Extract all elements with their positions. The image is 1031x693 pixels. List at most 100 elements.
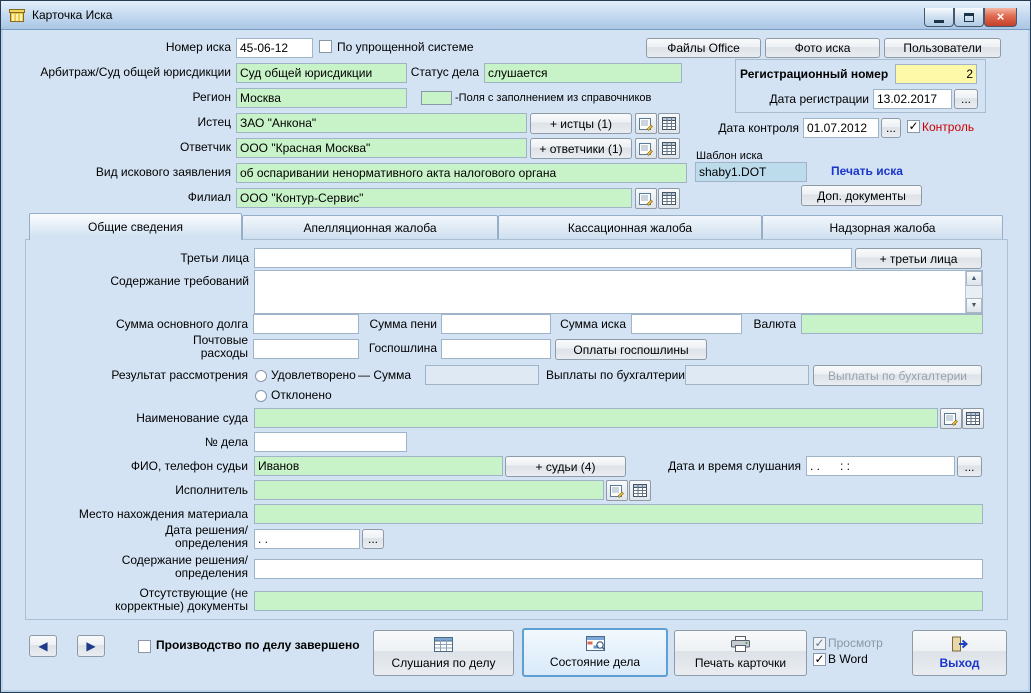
case-number-field[interactable]: 45-06-12 xyxy=(236,38,313,58)
prev-record-button[interactable]: ◀ xyxy=(29,635,57,657)
app-icon xyxy=(9,8,25,22)
hearings-button[interactable]: Слушания по делу xyxy=(373,630,514,676)
region-label: Регион xyxy=(192,90,231,104)
third-parties-field[interactable] xyxy=(254,248,852,268)
control-date-field[interactable]: 01.07.2012 xyxy=(803,118,879,138)
extra-documents-button[interactable]: Доп. документы xyxy=(801,185,922,206)
tab-supervisory[interactable]: Надзорная жалоба xyxy=(762,215,1003,240)
case-status-field[interactable]: слушается xyxy=(484,63,682,83)
case-number-label: Номер иска xyxy=(165,40,231,54)
claim-type-label: Вид искового заявления xyxy=(95,165,231,179)
hearing-datetime-field[interactable]: . . : : xyxy=(806,456,955,476)
executor-table-button[interactable] xyxy=(629,480,651,501)
decision-content-label: Содержание решения/ определения xyxy=(121,553,248,580)
claim-sum-field[interactable] xyxy=(631,314,742,334)
material-location-field[interactable] xyxy=(254,504,983,524)
plaintiff-table-button[interactable] xyxy=(658,113,680,134)
plaintiffs-list-button[interactable]: + истцы (1) xyxy=(530,113,632,134)
office-files-button[interactable]: Файлы Office xyxy=(646,38,761,58)
print-card-button[interactable]: Печать карточки xyxy=(674,630,807,676)
branch-card-button[interactable] xyxy=(635,188,657,209)
control-date-picker-button[interactable]: ... xyxy=(881,118,901,138)
simplified-system-label: По упрощенной системе xyxy=(337,40,474,54)
satisfied-radio[interactable] xyxy=(255,370,267,382)
scroll-down-button[interactable]: ▼ xyxy=(966,298,982,313)
claims-content-textarea[interactable]: ▲ ▼ xyxy=(254,270,983,314)
hearing-datetime-picker-button[interactable]: ... xyxy=(957,456,982,477)
judges-list-button[interactable]: + судьи (4) xyxy=(505,456,626,477)
penalty-field[interactable] xyxy=(441,314,551,334)
reg-number-label: Регистрационный номер xyxy=(740,67,889,81)
reg-number-field[interactable]: 2 xyxy=(895,64,977,84)
court-name-label: Наименование суда xyxy=(136,411,248,425)
missing-docs-field[interactable] xyxy=(254,591,983,611)
print-claim-link[interactable]: Печать иска xyxy=(811,165,923,178)
court-card-button[interactable] xyxy=(940,408,962,429)
result-label: Результат рассмотрения xyxy=(111,368,248,382)
next-record-button[interactable]: ▶ xyxy=(77,635,105,657)
tab-appeal[interactable]: Апелляционная жалоба xyxy=(242,215,498,240)
court-table-button[interactable] xyxy=(962,408,984,429)
currency-field[interactable] xyxy=(801,314,983,334)
claim-type-field[interactable]: об оспаривании ненормативного акта налог… xyxy=(236,163,687,183)
executor-card-button[interactable] xyxy=(606,480,628,501)
claim-photo-button[interactable]: Фото иска xyxy=(765,38,880,58)
simplified-system-checkbox[interactable] xyxy=(319,40,332,53)
postal-costs-field[interactable] xyxy=(253,339,359,359)
in-word-checkbox-label: В Word xyxy=(828,652,868,666)
duty-payments-button[interactable]: Оплаты госпошлины xyxy=(555,339,707,360)
tab-general[interactable]: Общие сведения xyxy=(29,213,242,240)
postal-costs-label: Почтовые расходы xyxy=(193,333,248,360)
defendants-list-button[interactable]: + ответчики (1) xyxy=(530,138,632,159)
users-button[interactable]: Пользователи xyxy=(884,38,1001,58)
maximize-button[interactable] xyxy=(954,8,984,27)
decision-date-field[interactable]: . . xyxy=(254,529,360,549)
court-name-field[interactable] xyxy=(254,408,938,428)
judge-label: ФИО, телефон судьи xyxy=(130,459,248,473)
tab-cassation[interactable]: Кассационная жалоба xyxy=(498,215,762,240)
branch-field[interactable]: ООО "Контур-Сервис" xyxy=(236,188,632,208)
branch-table-button[interactable] xyxy=(658,188,680,209)
plaintiff-card-button[interactable] xyxy=(635,113,657,134)
result-sum-field xyxy=(425,365,539,385)
exit-button-label: Выход xyxy=(939,656,980,670)
judge-field[interactable]: Иванов xyxy=(254,456,503,476)
close-button[interactable]: × xyxy=(984,8,1017,27)
hearings-grid-icon xyxy=(434,636,453,652)
court-type-field[interactable]: Суд общей юрисдикции xyxy=(236,63,407,83)
case-state-button[interactable]: Состояние дела xyxy=(522,628,668,677)
reg-date-field[interactable]: 13.02.2017 xyxy=(873,89,952,109)
defendant-card-button[interactable] xyxy=(635,138,657,159)
decision-date-picker-button[interactable]: ... xyxy=(362,529,384,549)
check-icon: ✓ xyxy=(814,653,825,666)
in-word-checkbox[interactable]: ✓ xyxy=(813,653,826,666)
scroll-up-button[interactable]: ▲ xyxy=(966,271,982,286)
hearing-datetime-label: Дата и время слушания xyxy=(668,459,801,473)
exit-button[interactable]: Выход xyxy=(912,630,1007,676)
rejected-radio[interactable] xyxy=(255,390,267,402)
case-completed-checkbox[interactable] xyxy=(138,640,151,653)
claims-content-scrollbar[interactable]: ▲ ▼ xyxy=(965,271,982,313)
claim-template-field[interactable]: shaby1.DOT xyxy=(695,162,807,182)
minimize-button[interactable] xyxy=(924,8,954,27)
case-state-icon xyxy=(585,636,605,651)
decision-date-label: Дата решения/ определения xyxy=(165,523,248,550)
table-icon xyxy=(662,117,676,130)
form-icon xyxy=(639,192,653,206)
missing-docs-label: Отсутствующие (не корректные) документы xyxy=(115,586,248,613)
reg-date-picker-button[interactable]: ... xyxy=(954,89,978,109)
main-debt-field[interactable] xyxy=(253,314,359,334)
control-checkbox[interactable]: ✓ xyxy=(907,120,920,133)
defendant-field[interactable]: ООО "Красная Москва" xyxy=(236,138,527,158)
region-field[interactable]: Москва xyxy=(236,88,407,108)
third-parties-list-button[interactable]: + третьи лица xyxy=(855,248,982,269)
titlebar[interactable]: Карточка Иска xyxy=(1,1,1030,30)
decision-content-field[interactable] xyxy=(254,559,983,579)
case-no-field[interactable] xyxy=(254,432,407,452)
plaintiff-field[interactable]: ЗАО "Анкона" xyxy=(236,113,527,133)
executor-field[interactable] xyxy=(254,480,604,500)
defendant-table-button[interactable] xyxy=(658,138,680,159)
court-type-label: Арбитраж/Суд общей юрисдикции xyxy=(40,65,231,79)
duty-field[interactable] xyxy=(441,339,551,359)
print-card-button-label: Печать карточки xyxy=(694,656,787,670)
